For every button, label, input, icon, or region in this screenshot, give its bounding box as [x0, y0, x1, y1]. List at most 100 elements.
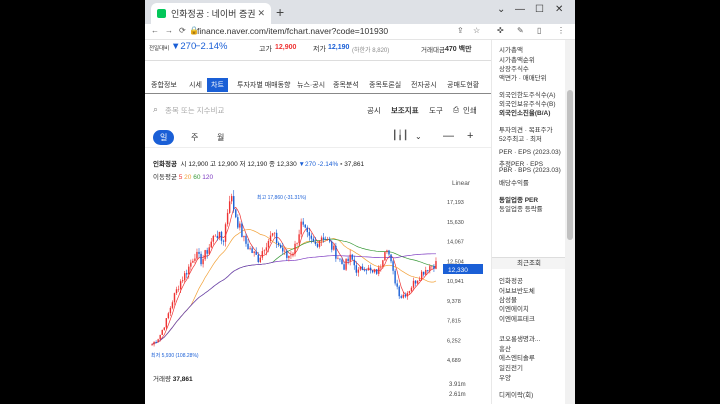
tab-discussion[interactable]: 종목토론실 [369, 80, 401, 90]
scale-selector[interactable]: Linear [452, 180, 470, 187]
period-week[interactable]: 주 [191, 132, 198, 143]
zoom-out-button[interactable]: — [443, 130, 454, 142]
candle-body [347, 258, 349, 262]
indicator-button[interactable]: 보조지표 [391, 105, 419, 116]
candle-body [165, 318, 168, 328]
tab-short-selling[interactable]: 공매도현황 [447, 80, 479, 90]
candle-body [210, 241, 212, 248]
maximize-button[interactable]: ☐ [535, 4, 544, 15]
ma-label: 이동평균 [153, 174, 177, 181]
recent-item[interactable]: 에스엔티솔루 [499, 352, 535, 362]
candle-type-icon[interactable]: ┃╽┃ [392, 130, 408, 141]
max-annotation: 최고 17,860 (-31.31%) [257, 194, 307, 201]
volume-header: 거래량 37,861 [153, 373, 193, 383]
recent-item[interactable]: 일진전기 [499, 362, 523, 372]
recent-views-header: 최근조회 [492, 257, 565, 269]
candle-body [427, 269, 429, 271]
compare-search-input[interactable]: 종목 또는 지수비교 [165, 105, 224, 116]
tab-news[interactable]: 뉴스·공시 [297, 80, 325, 90]
candle-body [265, 247, 268, 251]
candle-body [390, 254, 392, 262]
pen-icon[interactable]: ✎ [517, 26, 524, 35]
chevron-down-icon[interactable]: ⌄ [415, 132, 422, 141]
candle-body [239, 223, 241, 228]
menu-icon[interactable]: ⋮ [557, 26, 565, 35]
close-window-button[interactable]: ✕ [555, 4, 563, 15]
sidebar-icon[interactable]: ▯ [537, 26, 541, 35]
address-bar[interactable]: finance.naver.com/item/fchart.naver?code… [197, 26, 388, 36]
candle-body [326, 239, 329, 240]
y-tick-label: 17,193 [447, 200, 464, 206]
print-button[interactable]: 인쇄 [463, 105, 477, 116]
forward-icon[interactable]: → [165, 26, 173, 35]
candle-body [367, 267, 370, 271]
ma120[interactable]: 120 [202, 174, 213, 181]
print-icon[interactable]: ⎙ [453, 105, 459, 115]
period-month[interactable]: 월 [217, 132, 224, 143]
tab-disclosure[interactable]: 전자공시 [411, 80, 437, 90]
candle-body [277, 242, 280, 245]
change-value: ▼270 [171, 41, 197, 52]
disclosure-toggle[interactable]: 공시 [367, 105, 381, 116]
tab-search-icon[interactable]: ⌄ [497, 4, 505, 15]
new-tab-button[interactable]: + [276, 4, 284, 20]
tab-analysis[interactable]: 종목분석 [333, 80, 359, 90]
candle-body [412, 280, 415, 288]
candle-body [204, 250, 206, 260]
recent-item[interactable]: 인화정공 [499, 275, 523, 285]
period-day[interactable]: 일 [153, 130, 175, 145]
candle-body [198, 251, 200, 254]
candle-body [255, 251, 257, 255]
candle-body [331, 241, 333, 250]
candle-body [282, 247, 284, 252]
reload-icon[interactable]: ⟳ [179, 26, 186, 35]
candle-body [310, 235, 313, 239]
scrollbar-thumb[interactable] [567, 90, 573, 240]
scrollbar[interactable] [565, 40, 575, 404]
recent-item[interactable]: 우양 [499, 372, 511, 382]
candle-body [349, 254, 351, 262]
moving-average-legend: 이동평균 5 20 60 120 [153, 171, 213, 181]
share-icon[interactable]: ⇪ [457, 26, 464, 35]
low-label: 저 [239, 161, 246, 168]
candle-body [312, 238, 315, 242]
volume-icon: ▪ [340, 161, 343, 168]
candle-body [388, 250, 390, 255]
tab-summary[interactable]: 종합정보 [151, 80, 177, 90]
price-chart[interactable]: 17,19315,63014,06712,50410,9419,3787,815… [145, 190, 491, 375]
candle-body [188, 266, 190, 275]
candle-body [155, 341, 157, 343]
search-icon: ⌕ [153, 104, 159, 114]
candle-body [216, 235, 219, 239]
candle-body [253, 251, 255, 253]
tab-chart[interactable]: 차트 [207, 78, 228, 92]
recent-item[interactable]: 디케이락(회) [499, 389, 533, 399]
browser-tab[interactable]: 인화정공 : 네이버 증권 ✕ [151, 3, 271, 24]
candle-body [378, 267, 380, 274]
candle-body [373, 269, 376, 273]
recent-item[interactable]: 이엔에프테크 [499, 313, 535, 323]
candle-body [300, 221, 302, 235]
low-value: 12,190 [328, 44, 350, 51]
minimize-button[interactable]: — [515, 4, 525, 15]
candle-body [418, 279, 421, 281]
candle-body [324, 239, 327, 241]
ma60[interactable]: 60 [193, 174, 200, 181]
candle-body [192, 260, 194, 263]
ma20[interactable]: 20 [184, 174, 191, 181]
candle-body [261, 251, 264, 258]
recent-item[interactable]: 이엔에이치 [499, 303, 529, 313]
tab-price[interactable]: 시세 [189, 80, 202, 90]
zoom-in-button[interactable]: + [467, 130, 473, 142]
back-icon[interactable]: ← [151, 26, 159, 35]
close-tab-icon[interactable]: ✕ [257, 8, 265, 19]
naver-favicon-icon [157, 9, 166, 18]
recent-item[interactable]: 코오롱생명과... [499, 333, 540, 343]
browser-toolbar: ← → ⟳ 🔒 finance.naver.com/item/fchart.na… [145, 24, 575, 40]
extension-icon[interactable]: ✜ [497, 26, 504, 35]
tab-investor[interactable]: 투자자별 매매동향 [237, 80, 290, 90]
tools-button[interactable]: 도구 [429, 105, 443, 116]
ma5[interactable]: 5 [179, 174, 183, 181]
candle-body [384, 252, 386, 261]
bookmark-star-icon[interactable]: ☆ [473, 26, 480, 35]
